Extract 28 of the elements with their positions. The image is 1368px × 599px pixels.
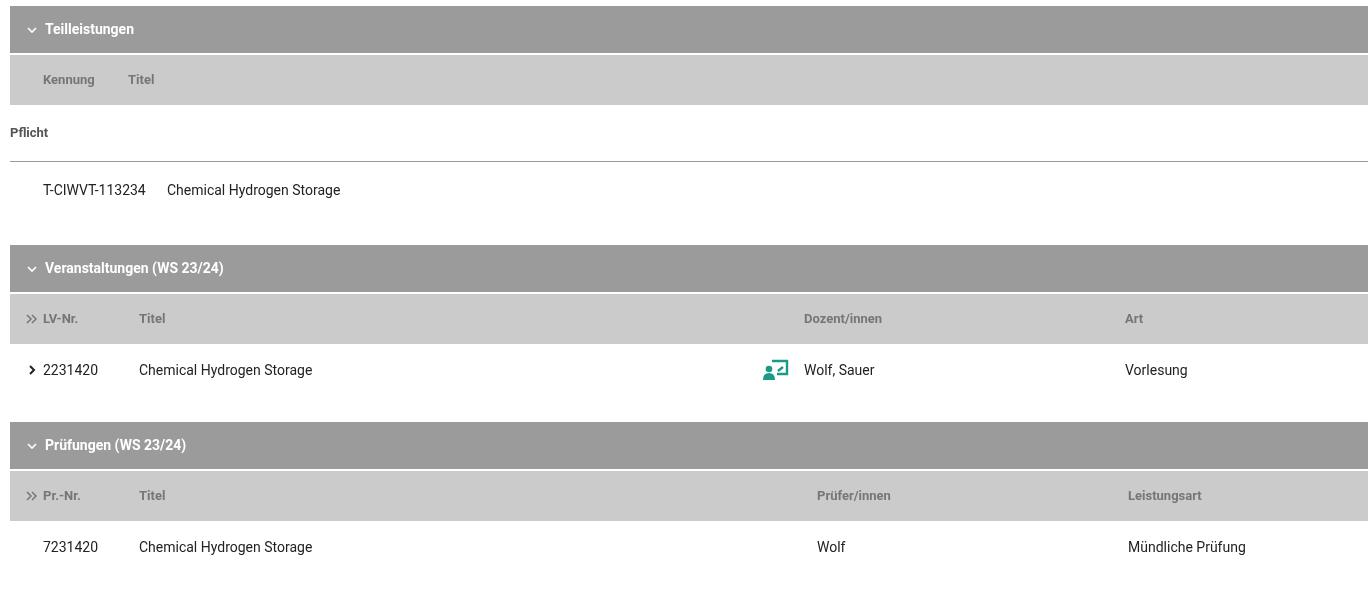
- teacher-icon: [763, 359, 789, 381]
- column-heading[interactable]: Kennung: [43, 72, 95, 88]
- column-heading[interactable]: Titel: [139, 488, 166, 504]
- column-heading[interactable]: Art: [1125, 311, 1144, 327]
- table-cell-text: Chemical Hydrogen Storage: [139, 360, 313, 380]
- chevron-right-icon[interactable]: [26, 364, 38, 376]
- column-heading[interactable]: Pr.-Nr.: [43, 488, 81, 504]
- group-label: Pflicht: [10, 124, 49, 143]
- column-heading[interactable]: LV-Nr.: [43, 311, 79, 327]
- table-cell-text: Wolf, Sauer: [804, 360, 875, 380]
- column-heading[interactable]: Dozent/innen: [804, 311, 883, 327]
- section-header[interactable]: Prüfungen (WS 23/24): [10, 422, 1368, 469]
- column-heading[interactable]: Titel: [139, 311, 166, 327]
- column-heading[interactable]: Leistungsart: [1128, 488, 1202, 504]
- table-cell-text: Mündliche Prüfung: [1128, 537, 1246, 557]
- double-chevron-icon[interactable]: [26, 314, 37, 324]
- table-cell-text: Chemical Hydrogen Storage: [139, 537, 313, 557]
- table-cell-text: Vorlesung: [1125, 360, 1188, 380]
- table-cell-text: Chemical Hydrogen Storage: [167, 181, 341, 200]
- table-cell-text: Wolf: [817, 537, 846, 557]
- table-cell-text: 2231420: [43, 360, 99, 380]
- section-header[interactable]: Teilleistungen: [10, 6, 1368, 53]
- table-cell-text: T-CIWVT-113234: [43, 181, 146, 200]
- section-header[interactable]: Veranstaltungen (WS 23/24): [10, 245, 1368, 292]
- table-cell-text: 7231420: [43, 537, 99, 557]
- double-chevron-icon[interactable]: [26, 491, 37, 501]
- column-heading[interactable]: Prüfer/innen: [817, 488, 891, 504]
- column-heading[interactable]: Titel: [128, 72, 155, 88]
